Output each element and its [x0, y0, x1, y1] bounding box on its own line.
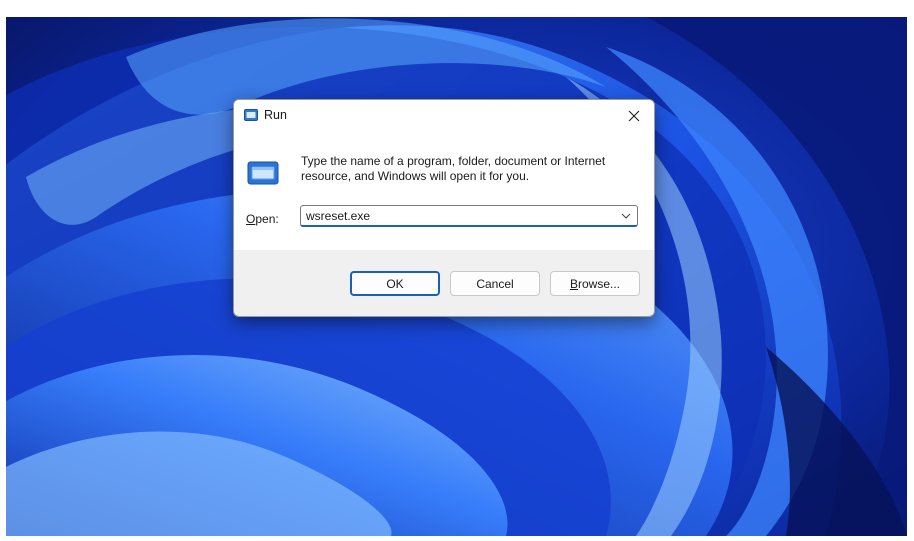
- chevron-down-icon[interactable]: [619, 210, 633, 222]
- dialog-title: Run: [264, 108, 287, 122]
- dialog-description: Type the name of a program, folder, docu…: [301, 154, 606, 183]
- run-app-icon: [244, 109, 258, 121]
- close-button[interactable]: [614, 100, 654, 132]
- browse-label-text: rowse...: [578, 276, 621, 291]
- browse-mnemonic: B: [569, 276, 578, 291]
- open-label-mnemonic: O: [246, 212, 256, 226]
- open-label-text: pen:: [255, 212, 279, 226]
- cancel-button[interactable]: Cancel: [450, 271, 540, 296]
- open-input[interactable]: [303, 207, 621, 224]
- screenshot-frame: Run Type the name of a program, folder, …: [0, 0, 914, 541]
- run-app-icon: [247, 161, 279, 185]
- close-icon: [628, 110, 640, 122]
- ok-button[interactable]: OK: [350, 271, 440, 296]
- run-dialog: Run Type the name of a program, folder, …: [233, 99, 655, 317]
- dialog-body: Type the name of a program, folder, docu…: [234, 132, 654, 250]
- open-label: Open:: [246, 212, 279, 226]
- open-combobox[interactable]: [300, 205, 638, 227]
- title-bar[interactable]: Run: [234, 100, 654, 132]
- browse-button[interactable]: Browse...: [550, 271, 640, 296]
